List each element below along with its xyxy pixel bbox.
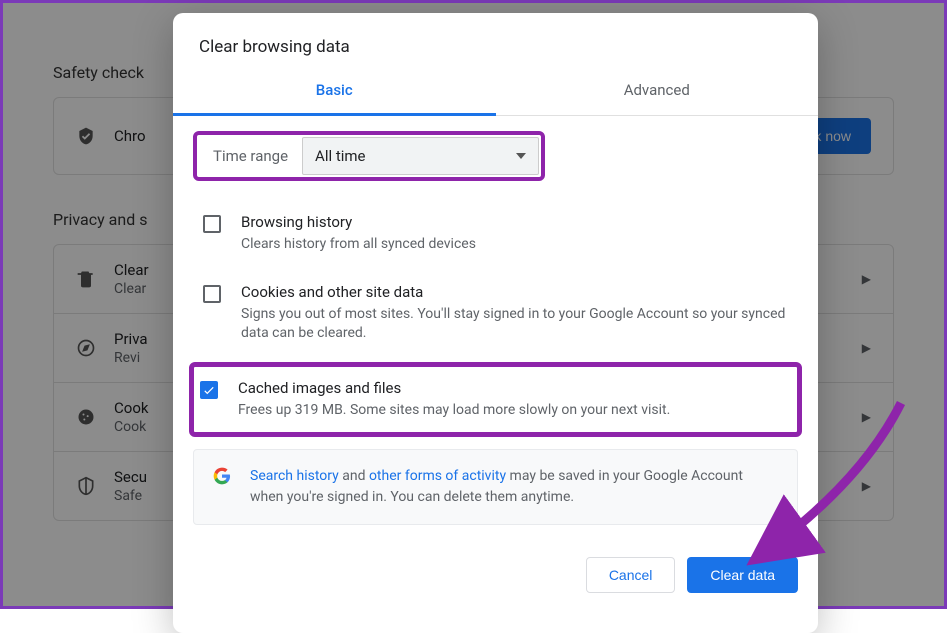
option-title: Cached images and files — [238, 379, 670, 397]
dialog-body: Time range All time Browsing history Cle… — [173, 116, 818, 545]
time-range-value: All time — [315, 147, 365, 165]
checkbox-cached[interactable] — [200, 381, 218, 399]
clear-browsing-data-dialog: Clear browsing data Basic Advanced Time … — [173, 13, 818, 633]
option-desc: Frees up 319 MB. Some sites may load mor… — [238, 401, 670, 421]
checkbox-cookies[interactable] — [203, 285, 221, 303]
google-g-icon — [212, 466, 232, 486]
tab-basic[interactable]: Basic — [173, 71, 496, 115]
google-account-info: Search history and other forms of activi… — [193, 449, 798, 525]
tabs: Basic Advanced — [173, 71, 818, 116]
option-browsing-history[interactable]: Browsing history Clears history from all… — [193, 199, 798, 269]
search-history-link[interactable]: Search history — [250, 468, 339, 484]
option-cached-highlight[interactable]: Cached images and files Frees up 319 MB.… — [189, 362, 802, 438]
chevron-down-icon — [516, 153, 526, 159]
cancel-button[interactable]: Cancel — [586, 557, 676, 593]
option-desc: Clears history from all synced devices — [241, 235, 476, 255]
checkbox-browsing-history[interactable] — [203, 215, 221, 233]
option-desc: Signs you out of most sites. You'll stay… — [241, 305, 788, 344]
dialog-footer: Cancel Clear data — [173, 545, 818, 613]
tab-advanced[interactable]: Advanced — [496, 71, 819, 115]
time-range-select[interactable]: All time — [302, 137, 539, 175]
option-cookies[interactable]: Cookies and other site data Signs you ou… — [193, 269, 798, 358]
time-range-label: Time range — [199, 137, 302, 175]
option-title: Browsing history — [241, 213, 476, 231]
other-activity-link[interactable]: other forms of activity — [369, 468, 506, 484]
dialog-title: Clear browsing data — [173, 13, 818, 71]
time-range-highlight: Time range All time — [193, 131, 545, 181]
option-title: Cookies and other site data — [241, 283, 788, 301]
check-icon — [202, 383, 216, 397]
info-text: Search history and other forms of activi… — [250, 466, 779, 508]
clear-data-button[interactable]: Clear data — [687, 557, 798, 593]
